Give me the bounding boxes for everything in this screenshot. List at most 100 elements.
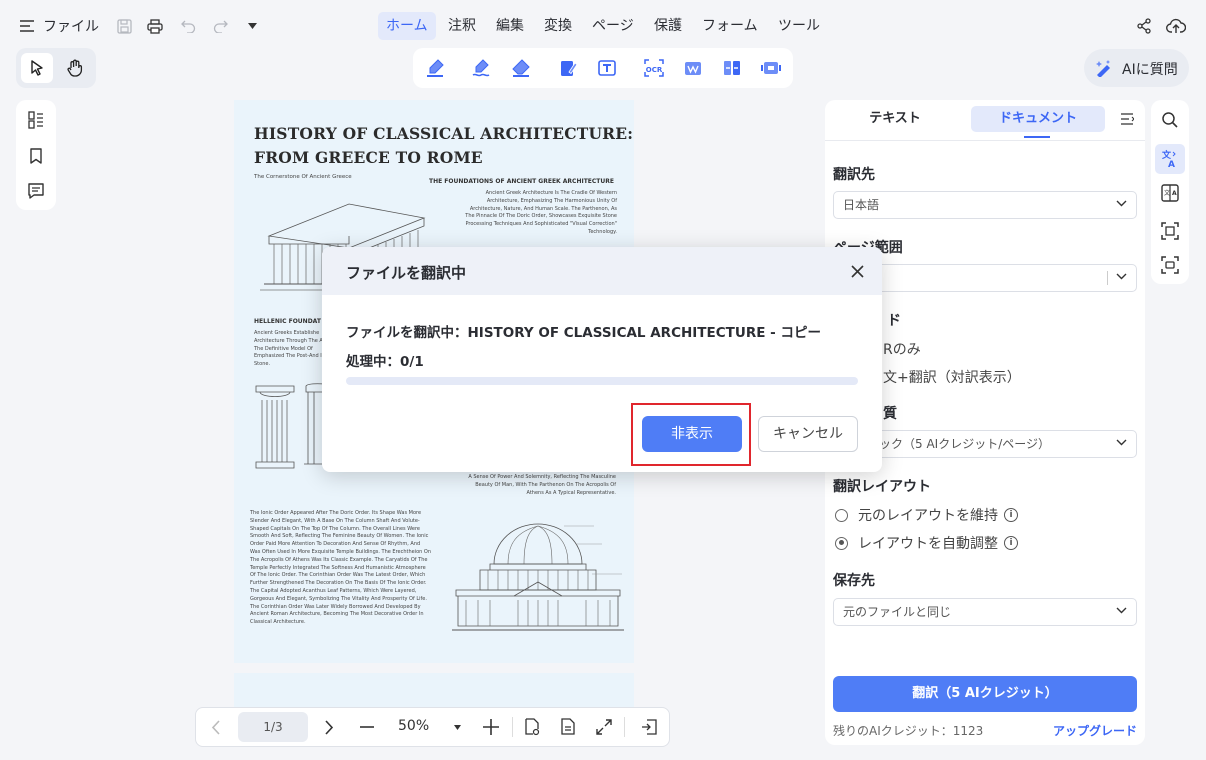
doc-section1-text: Ancient Greek Architecture Is The Cradle…: [465, 190, 617, 235]
close-icon[interactable]: [848, 262, 866, 280]
doc-title-line2: FROM GREECE TO ROME: [254, 148, 483, 167]
bookmark-icon[interactable]: [25, 145, 47, 167]
cancel-button[interactable]: キャンセル: [758, 416, 858, 452]
underline-tool-icon[interactable]: [469, 57, 493, 79]
search-icon[interactable]: [1158, 109, 1182, 131]
screen-record-tool-icon[interactable]: [759, 57, 783, 79]
layout-keep-radio[interactable]: 元のレイアウトを維持 i: [835, 505, 1018, 525]
zoom-in-icon[interactable]: [480, 716, 502, 738]
thumbnails-icon[interactable]: [25, 109, 47, 131]
edit-text-tool-icon[interactable]: [557, 57, 581, 79]
info-icon[interactable]: i: [1004, 508, 1018, 522]
ai-ask-button[interactable]: AIに質問: [1084, 49, 1189, 87]
ocr-tool-icon[interactable]: OCR: [642, 57, 666, 79]
chevron-down-icon: [1116, 273, 1127, 280]
dome-illustration: [452, 516, 624, 634]
upgrade-link[interactable]: アップグレード: [1053, 722, 1137, 739]
svg-text:OCR: OCR: [646, 66, 663, 74]
progress-track: [346, 377, 858, 385]
layout-keep-label: 元のレイアウトを維持: [858, 508, 998, 524]
bottom-divider: [512, 717, 513, 737]
region-translate-icon[interactable]: [1158, 254, 1182, 276]
svg-text:A: A: [1172, 190, 1177, 197]
save-location-select[interactable]: 元のファイルと同じ: [833, 598, 1137, 626]
ai-ask-label: AIに質問: [1122, 62, 1178, 78]
doc-title-line1: HISTORY OF CLASSICAL ARCHITECTURE:: [254, 124, 634, 143]
zoom-out-icon[interactable]: [356, 716, 378, 738]
zoom-level[interactable]: 50%: [398, 718, 429, 734]
hamburger-menu-icon[interactable]: [18, 17, 36, 35]
tab-document[interactable]: ドキュメント: [971, 106, 1105, 132]
tab-text[interactable]: テキスト: [835, 106, 955, 132]
bilingual-icon[interactable]: 文A: [1158, 182, 1182, 204]
comment-icon[interactable]: [25, 180, 47, 202]
dialog-progress-text: 処理中：0/1: [346, 354, 424, 370]
layout-auto-label: レイアウトを自動調整: [858, 536, 998, 552]
svg-text:A: A: [1168, 160, 1175, 169]
doc-section1-heading: THE FOUNDATIONS OF ANCIENT GREEK ARCHITE…: [429, 178, 614, 185]
doc-section2-heading: HELLENIC FOUNDAT: [254, 318, 321, 325]
ai-sparkle-icon: [1094, 59, 1114, 77]
page-number-input[interactable]: 1/3: [238, 712, 308, 742]
hand-tool-icon[interactable]: [59, 53, 91, 83]
select-divider: [1107, 271, 1108, 285]
menu-protect[interactable]: 保護: [646, 12, 690, 40]
mode-option-1[interactable]: Rのみ: [883, 339, 921, 359]
right-toolstrip: 文A 文A: [1151, 100, 1189, 284]
watermark-tool-icon[interactable]: [681, 57, 705, 79]
doc-subtitle: The Cornerstone Of Ancient Greece: [254, 174, 352, 180]
bottom-divider: [624, 717, 625, 737]
menu-annotate[interactable]: 注釈: [440, 12, 484, 40]
next-page-icon[interactable]: [318, 716, 340, 738]
menu-tools[interactable]: ツール: [770, 12, 828, 40]
top-bar: ファイル ホーム 注釈 編集 変換 ページ 保護 フォーム ツール: [0, 0, 1206, 52]
menu-home[interactable]: ホーム: [378, 12, 436, 40]
menu-edit[interactable]: 編集: [488, 12, 532, 40]
translate-button[interactable]: 翻訳（5 AIクレジット）: [833, 676, 1137, 712]
print-icon[interactable]: [146, 17, 164, 35]
mode-label: ド: [887, 313, 901, 329]
compare-tool-icon[interactable]: [720, 57, 744, 79]
share-icon[interactable]: [1134, 16, 1154, 36]
svg-text:文: 文: [1164, 189, 1170, 197]
eraser-tool-icon[interactable]: [509, 57, 533, 79]
home-toolbar: OCR: [413, 48, 793, 88]
collapse-bar-icon[interactable]: [638, 716, 660, 738]
panel-list-icon[interactable]: [1117, 109, 1137, 129]
target-language-select[interactable]: 日本語: [833, 191, 1137, 219]
mode-option-2[interactable]: 文+翻訳（対訳表示）: [883, 367, 1021, 387]
cursor-tools: [16, 48, 96, 88]
credits-remaining: 残りのAIクレジット：1123: [833, 724, 984, 738]
file-menu[interactable]: ファイル: [42, 12, 100, 40]
select-tool-icon[interactable]: [21, 53, 53, 83]
left-sidebar: [16, 100, 56, 210]
tab-document-underline: [1024, 136, 1050, 138]
undo-icon[interactable]: [179, 17, 197, 35]
cloud-upload-icon[interactable]: [1165, 16, 1187, 36]
translating-dialog: ファイルを翻訳中 ファイルを翻訳中：HISTORY OF CLASSICAL A…: [322, 247, 882, 472]
layout-label: 翻訳レイアウト: [833, 479, 931, 495]
translate-icon[interactable]: 文A: [1155, 144, 1185, 174]
dialog-title: ファイルを翻訳中: [346, 264, 467, 282]
quick-access-dropdown-icon[interactable]: [244, 17, 260, 35]
redo-icon[interactable]: [211, 17, 229, 35]
screenshot-translate-icon[interactable]: [1158, 220, 1182, 242]
save-location-value: 元のファイルと同じ: [843, 605, 952, 619]
view-mode-icon[interactable]: [521, 716, 543, 738]
doc-title: HISTORY OF CLASSICAL ARCHITECTURE: FROM …: [254, 122, 633, 170]
menu-convert[interactable]: 変換: [536, 12, 580, 40]
highlight-tool-icon[interactable]: [423, 57, 447, 79]
layout-auto-radio[interactable]: レイアウトを自動調整 i: [835, 533, 1018, 553]
fit-page-icon[interactable]: [593, 716, 615, 738]
save-icon[interactable]: [115, 17, 133, 35]
prev-page-icon[interactable]: [204, 716, 226, 738]
menu-form[interactable]: フォーム: [694, 12, 766, 40]
menu-page[interactable]: ページ: [584, 12, 642, 40]
page-layout-icon[interactable]: [557, 716, 579, 738]
chevron-down-icon: [1116, 200, 1127, 207]
info-icon[interactable]: i: [1004, 536, 1018, 550]
quality-label: 質: [883, 406, 897, 422]
text-box-tool-icon[interactable]: [595, 57, 619, 79]
save-location-label: 保存先: [833, 573, 875, 589]
zoom-dropdown-icon[interactable]: [451, 722, 463, 732]
